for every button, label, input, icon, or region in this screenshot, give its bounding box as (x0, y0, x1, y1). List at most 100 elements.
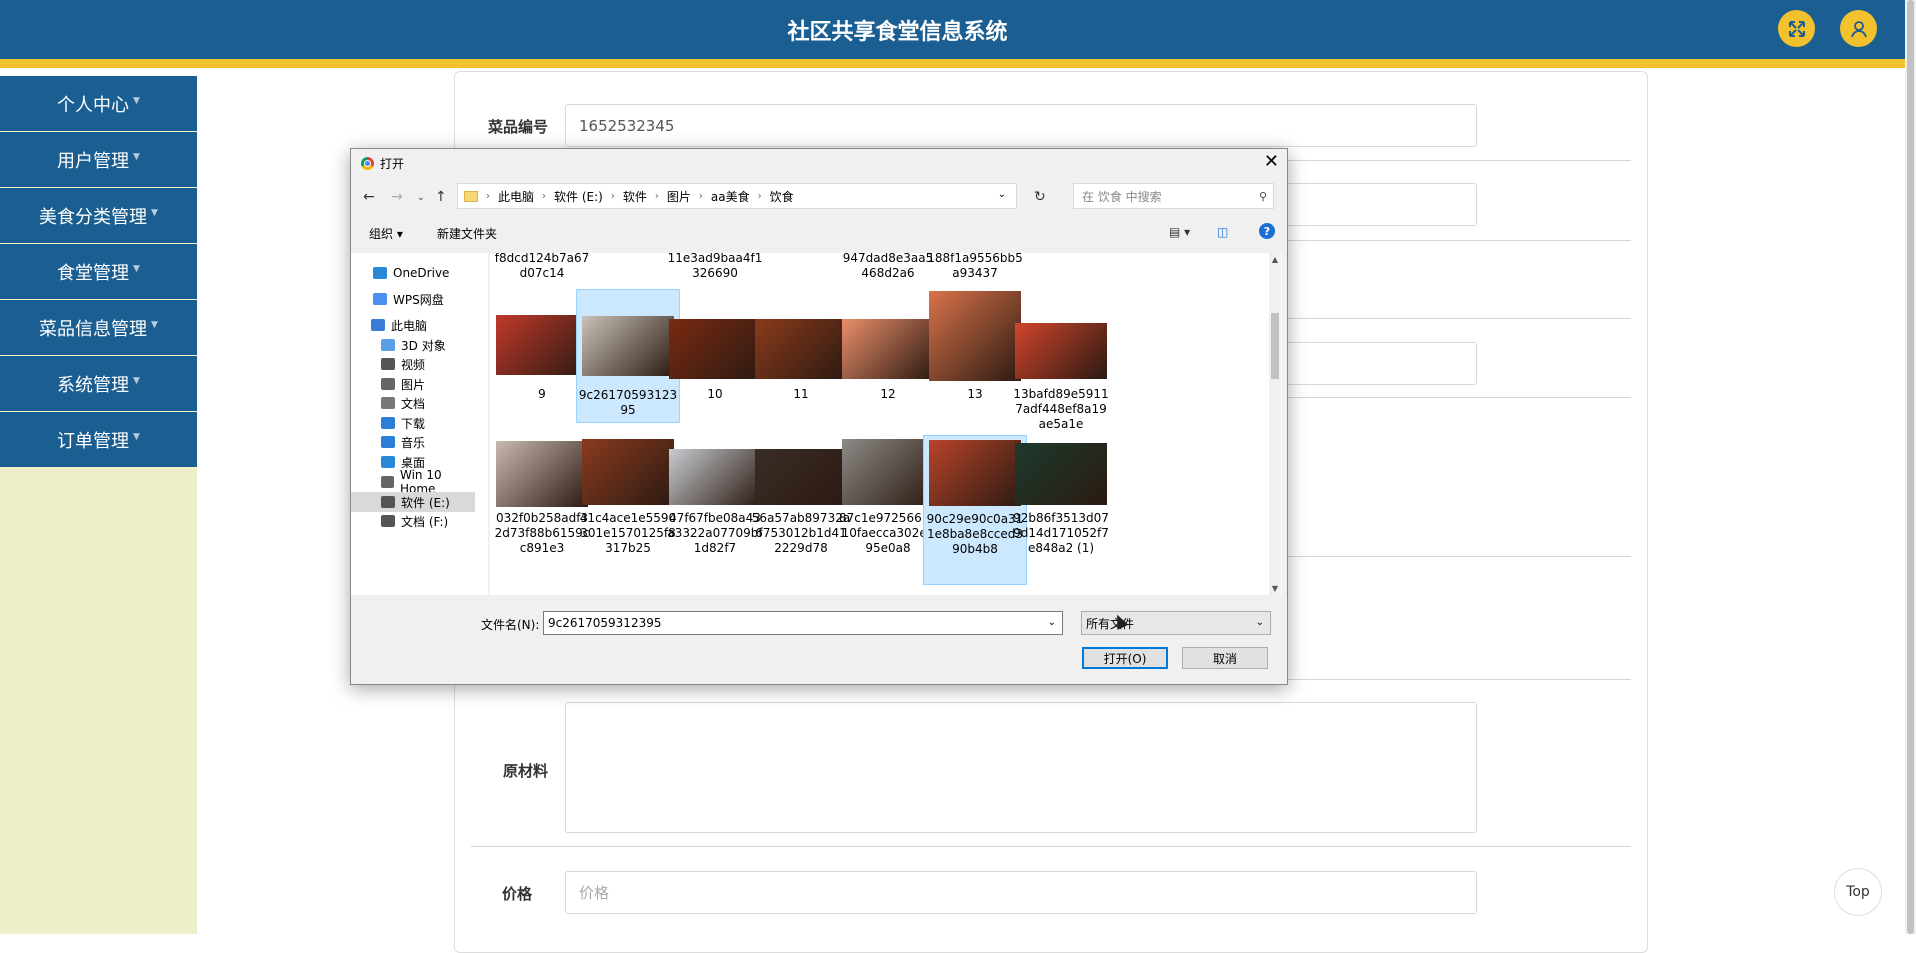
close-icon[interactable]: ✕ (1264, 151, 1279, 172)
file-item[interactable]: 188f1a9556bb5 a93437 (923, 253, 1027, 281)
user-icon (1850, 20, 1867, 37)
nav-item-label: 3D 对象 (401, 338, 446, 353)
price-input[interactable]: 价格 (565, 871, 1477, 914)
caret-down-icon: ▼ (151, 319, 158, 330)
new-folder-button[interactable]: 新建文件夹 (437, 225, 497, 242)
breadcrumb-item[interactable]: aa美食 (711, 188, 750, 205)
breadcrumb-item[interactable]: 图片 (667, 188, 691, 205)
form-divider (471, 846, 1631, 847)
fullscreen-button[interactable] (1778, 10, 1815, 47)
nav-item[interactable]: 文档 (351, 393, 475, 413)
file-pane-scrollbar[interactable]: ▲ ▼ (1269, 253, 1281, 595)
sidebar-item-label: 食堂管理 (57, 262, 130, 284)
user-button[interactable] (1840, 10, 1877, 47)
breadcrumb-item[interactable]: 软件 (E:) (554, 188, 603, 205)
chevron-down-icon[interactable]: ⌄ (998, 189, 1006, 200)
food-thumbnail-image (496, 441, 588, 507)
organize-label: 组织 (369, 227, 394, 241)
nav-item[interactable]: 音乐 (351, 432, 475, 452)
food-thumbnail-image (582, 439, 674, 505)
cube-icon (381, 339, 395, 351)
picture-icon (381, 378, 395, 390)
forward-arrow-icon[interactable]: → (391, 189, 403, 205)
materials-textarea[interactable] (565, 702, 1477, 833)
food-thumbnail-image (929, 440, 1021, 506)
caret-down-icon: ▼ (151, 207, 158, 218)
file-item[interactable]: f8dcd124b7a67 d07c14 (490, 253, 594, 281)
chevron-right-icon: › (698, 190, 703, 202)
file-name: 13bafd89e5911 7adf448ef8a19 ae5a1e (1013, 387, 1109, 431)
navigation-pane: OneDrive WPS网盘 此电脑 3D 对象 视频 图片 文档 下载 音乐 桌面 Win 10 … (351, 253, 489, 595)
breadcrumb-item[interactable]: 饮食 (770, 188, 794, 205)
breadcrumb-item[interactable]: 此电脑 (498, 188, 534, 205)
desktop-icon (381, 456, 395, 468)
filetype-select[interactable]: 所有文件 ⌄ (1081, 611, 1271, 635)
sidebar-item-food-category[interactable]: 美食分类管理 ▼ (0, 188, 197, 243)
view-options-icon[interactable]: ▤ ▾ (1169, 225, 1190, 239)
chevron-right-icon: › (654, 190, 659, 202)
filename-input[interactable]: 9c2617059312395 ⌄ (543, 611, 1063, 635)
nav-item[interactable]: 图片 (351, 374, 475, 394)
food-thumbnail-image (755, 319, 847, 379)
nav-item[interactable]: 文档 (F:) (351, 511, 475, 531)
caret-down-icon: ▼ (133, 263, 140, 274)
expand-icon (1788, 20, 1805, 37)
help-icon[interactable]: ? (1259, 223, 1275, 239)
nav-item-label: 图片 (401, 377, 426, 392)
food-thumbnail-image (929, 291, 1021, 381)
food-thumbnail-image (669, 319, 761, 379)
drive-icon (381, 496, 395, 508)
back-arrow-icon[interactable]: ← (363, 189, 375, 205)
nav-item[interactable]: 3D 对象 (351, 335, 475, 355)
download-icon (381, 417, 395, 429)
nav-item[interactable]: Win 10 Home (351, 468, 475, 496)
chevron-down-icon[interactable]: ⌄ (1048, 617, 1056, 628)
file-item[interactable]: 92b86f3513d07 9d14d171052f7 e848a2 (1) (1009, 435, 1113, 585)
navigation-bar: ← → ⌄ ↑ › 此电脑 › 软件 (E:) › 软件 › 图片 › aa美食… (351, 181, 1287, 215)
up-arrow-icon[interactable]: ↑ (435, 189, 447, 205)
food-thumbnail-image (1015, 323, 1107, 379)
computer-icon (371, 319, 385, 331)
recent-dropdown-icon[interactable]: ⌄ (417, 193, 425, 203)
sidebar-item-system[interactable]: 系统管理 ▼ (0, 356, 197, 411)
chevron-right-icon: › (542, 190, 547, 202)
page-scrollbar[interactable] (1905, 0, 1916, 934)
back-to-top-button[interactable]: Top (1834, 868, 1882, 916)
file-name: 11e3ad9baa4f1 326690 (667, 253, 763, 280)
sidebar-item-users[interactable]: 用户管理 ▼ (0, 132, 197, 187)
cloud-icon (373, 293, 387, 305)
chevron-right-icon: › (486, 190, 490, 202)
preview-pane-icon[interactable]: ◫ (1217, 225, 1228, 239)
sidebar: 个人中心 ▼ 用户管理 ▼ 美食分类管理 ▼ 食堂管理 ▼ 菜品信息管理 ▼ 系统管理 ▼ … (0, 76, 197, 934)
food-thumbnail-image (842, 439, 934, 505)
nav-item[interactable]: 软件 (E:) (351, 492, 475, 512)
nav-item[interactable]: 此电脑 (351, 315, 475, 335)
address-bar[interactable]: › 此电脑 › 软件 (E:) › 软件 › 图片 › aa美食 › 饮食 ⌄ (457, 183, 1017, 209)
dish-number-input[interactable]: 1652532345 (565, 104, 1477, 147)
sidebar-item-personal[interactable]: 个人中心 ▼ (0, 76, 197, 131)
refresh-icon[interactable]: ↻ (1034, 189, 1046, 205)
nav-item[interactable]: 视频 (351, 354, 475, 374)
chevron-right-icon: › (610, 190, 615, 202)
search-input[interactable]: 在 饮食 中搜索 ⚲ (1073, 183, 1274, 209)
chrome-icon (361, 157, 374, 170)
caret-down-icon: ▼ (133, 431, 140, 442)
file-item[interactable]: 13bafd89e5911 7adf448ef8a19 ae5a1e (1009, 289, 1113, 431)
nav-item-label: 此电脑 (391, 318, 428, 333)
sidebar-item-dish-info[interactable]: 菜品信息管理 ▼ (0, 300, 197, 355)
breadcrumb-item[interactable]: 软件 (623, 188, 647, 205)
nav-item[interactable]: 下载 (351, 413, 475, 433)
cancel-button[interactable]: 取消 (1182, 647, 1268, 669)
organize-button[interactable]: 组织 ▾ (369, 225, 403, 242)
search-placeholder: 在 饮食 中搜索 (1082, 189, 1162, 204)
file-item[interactable]: 11e3ad9baa4f1 326690 (663, 253, 767, 281)
dish-number-label: 菜品编号 (487, 118, 548, 136)
sidebar-item-label: 美食分类管理 (39, 206, 148, 228)
open-button[interactable]: 打开(O) (1082, 647, 1168, 669)
sidebar-item-orders[interactable]: 订单管理 ▼ (0, 412, 197, 467)
materials-label: 原材料 (502, 762, 548, 780)
nav-item[interactable]: WPS网盘 (351, 289, 475, 309)
sidebar-item-canteen[interactable]: 食堂管理 ▼ (0, 244, 197, 299)
nav-item-label: OneDrive (393, 266, 450, 280)
nav-item[interactable]: OneDrive (351, 263, 475, 283)
